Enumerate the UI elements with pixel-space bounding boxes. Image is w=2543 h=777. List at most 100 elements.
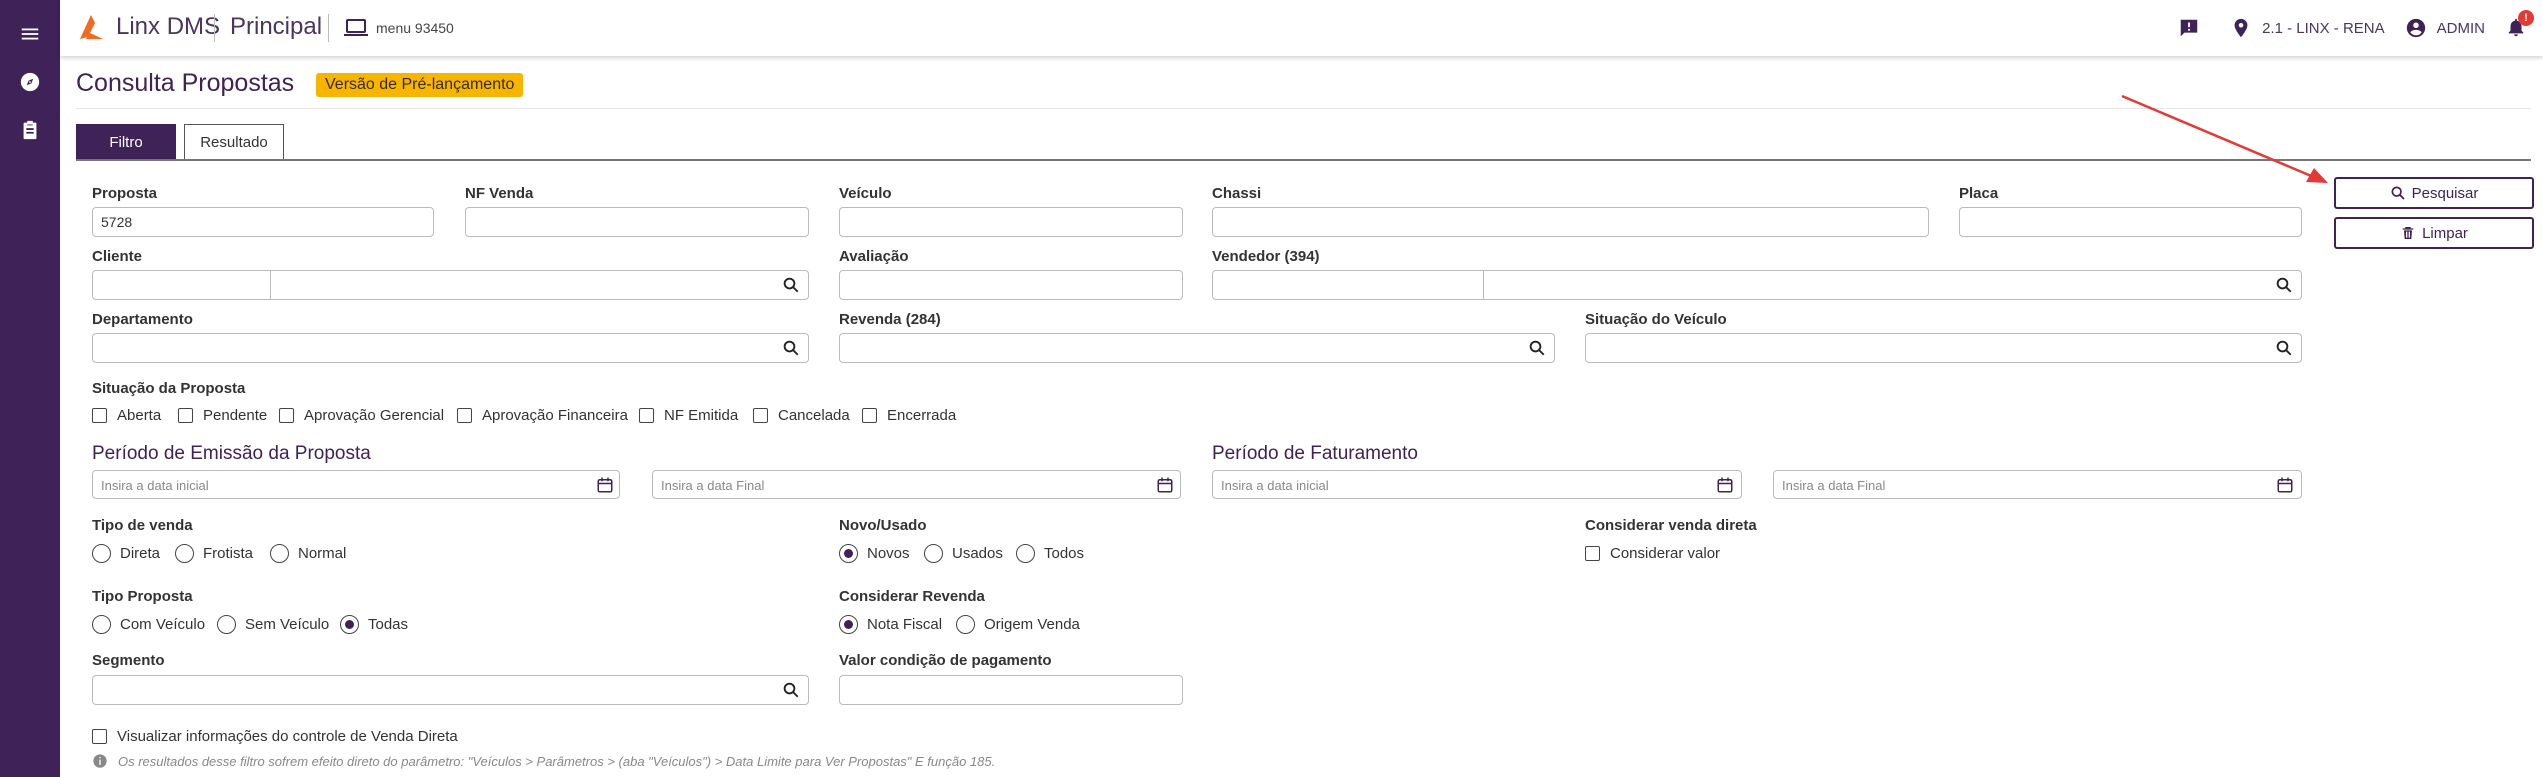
- annotation-arrow: [2121, 94, 2328, 183]
- vendedor-name-input[interactable]: [1484, 270, 2302, 300]
- tab-filtro[interactable]: Filtro: [76, 124, 176, 160]
- radio-nota-fiscal[interactable]: Nota Fiscal: [839, 615, 942, 634]
- vendedor-label: Vendedor (394): [1212, 248, 1320, 265]
- considerar-venda-direta-label: Considerar venda direta: [1585, 517, 1757, 534]
- brand-name: Linx DMS: [116, 13, 221, 40]
- user-name[interactable]: ADMIN: [2437, 20, 2485, 37]
- hamburger-menu-icon[interactable]: [12, 16, 48, 52]
- faturamento-end-date-input[interactable]: [1773, 470, 2302, 499]
- revenda-label: Revenda (284): [839, 311, 941, 328]
- placa-input[interactable]: [1959, 207, 2302, 237]
- notification-badge: !: [2518, 10, 2534, 26]
- segmento-label: Segmento: [92, 652, 165, 669]
- proposta-input[interactable]: [92, 207, 434, 237]
- segmento-input[interactable]: [92, 675, 809, 705]
- checkbox-visualizar-venda-direta[interactable]: Visualizar informações do controle de Ve…: [92, 728, 458, 745]
- situacao-veiculo-label: Situação do Veículo: [1585, 311, 1727, 328]
- proposta-label: Proposta: [92, 185, 158, 202]
- radio-todos[interactable]: Todos: [1016, 544, 1084, 563]
- radio-usados[interactable]: Usados: [924, 544, 1003, 563]
- radio-sem-veiculo[interactable]: Sem Veículo: [217, 615, 329, 634]
- page-title: Consulta Propostas: [76, 69, 295, 97]
- revenda-input[interactable]: [839, 333, 1555, 363]
- module-name: Principal: [230, 13, 323, 40]
- info-note: Os resultados desse filtro sofrem efeito…: [92, 753, 995, 769]
- calendar-icon[interactable]: [1156, 476, 1174, 494]
- radio-com-veiculo[interactable]: Com Veículo: [92, 615, 205, 634]
- checkbox-encerrada[interactable]: Encerrada: [862, 407, 956, 424]
- radio-novos[interactable]: Novos: [839, 544, 910, 563]
- linx-logo-icon: [80, 15, 103, 39]
- departamento-label: Departamento: [92, 311, 193, 328]
- situacao-proposta-label: Situação da Proposta: [92, 380, 246, 397]
- prelaunch-badge: Versão de Pré-lançamento: [316, 73, 524, 97]
- chassi-input[interactable]: [1212, 207, 1929, 237]
- considerar-revenda-label: Considerar Revenda: [839, 588, 985, 605]
- divider: [214, 14, 215, 42]
- emissao-start-date-input[interactable]: [92, 470, 620, 499]
- checkbox-aprovacao-financeira[interactable]: Aprovação Financeira: [457, 407, 628, 424]
- calendar-icon[interactable]: [1716, 476, 1734, 494]
- checkbox-cancelada[interactable]: Cancelada: [753, 407, 850, 424]
- tipo-venda-label: Tipo de venda: [92, 517, 193, 534]
- info-text: Os resultados desse filtro sofrem efeito…: [118, 753, 996, 769]
- calendar-icon[interactable]: [2276, 476, 2294, 494]
- calendar-icon[interactable]: [596, 476, 614, 494]
- radio-normal[interactable]: Normal: [270, 544, 346, 563]
- checkbox-nf-emitida[interactable]: NF Emitida: [639, 407, 738, 424]
- menu-code: menu 93450: [376, 20, 454, 36]
- departamento-input[interactable]: [92, 333, 809, 363]
- avaliacao-label: Avaliação: [839, 248, 909, 265]
- trash-icon: [2402, 227, 2414, 239]
- topbar-actions: 2.1 - LINX - RENA ADMIN !: [2178, 0, 2534, 56]
- cliente-name-input[interactable]: [271, 270, 809, 300]
- segmento-search-icon[interactable]: [782, 681, 800, 699]
- limpar-button[interactable]: Limpar: [2334, 217, 2534, 249]
- veiculo-label: Veículo: [839, 185, 892, 202]
- user-account-icon[interactable]: [2405, 17, 2427, 39]
- nf-venda-label: NF Venda: [465, 185, 534, 202]
- periodo-faturamento-title: Período de Faturamento: [1212, 443, 1418, 464]
- clipboard-icon[interactable]: [12, 112, 48, 148]
- veiculo-input[interactable]: [839, 207, 1183, 237]
- cliente-search-icon[interactable]: [782, 276, 800, 294]
- situacao-veiculo-search-icon[interactable]: [2275, 339, 2293, 357]
- valor-condicao-input[interactable]: [839, 675, 1183, 705]
- tipo-proposta-label: Tipo Proposta: [92, 588, 193, 605]
- revenda-search-icon[interactable]: [1528, 339, 1546, 357]
- checkbox-aprovacao-gerencial[interactable]: Aprovação Gerencial: [279, 407, 444, 424]
- emissao-end-date-input[interactable]: [652, 470, 1181, 499]
- periodo-emissao-title: Período de Emissão da Proposta: [92, 443, 371, 464]
- topbar: Linx DMS Principal menu 93450 2.1 - LINX…: [60, 0, 2543, 56]
- app-root: Linx DMS Principal menu 93450 2.1 - LINX…: [0, 0, 2543, 777]
- location-pin-icon[interactable]: [2230, 17, 2252, 39]
- checkbox-considerar-valor[interactable]: Considerar valor: [1585, 545, 1720, 562]
- sidebar: [0, 0, 60, 777]
- radio-direta[interactable]: Direta: [92, 544, 160, 563]
- vendedor-code-input[interactable]: [1212, 270, 1484, 300]
- cliente-code-input[interactable]: [92, 270, 271, 300]
- valor-condicao-label: Valor condição de pagamento: [839, 652, 1052, 669]
- placa-label: Placa: [1959, 185, 1999, 202]
- departamento-search-icon[interactable]: [782, 339, 800, 357]
- cliente-label: Cliente: [92, 248, 143, 265]
- checkbox-aberta[interactable]: Aberta: [92, 407, 161, 424]
- feedback-icon[interactable]: [2178, 17, 2200, 39]
- tab-resultado[interactable]: Resultado: [184, 124, 284, 160]
- faturamento-start-date-input[interactable]: [1212, 470, 1742, 499]
- notifications-bell-icon[interactable]: !: [2505, 10, 2534, 40]
- checkbox-pendente[interactable]: Pendente: [178, 407, 267, 424]
- nf-venda-input[interactable]: [465, 207, 809, 237]
- situacao-veiculo-input[interactable]: [1585, 333, 2302, 363]
- pesquisar-button[interactable]: Pesquisar: [2334, 177, 2534, 209]
- radio-frotista[interactable]: Frotista: [175, 544, 253, 563]
- radio-origem-venda[interactable]: Origem Venda: [956, 615, 1080, 634]
- avaliacao-input[interactable]: [839, 270, 1183, 300]
- radio-todas[interactable]: Todas: [340, 615, 408, 634]
- novo-usado-label: Novo/Usado: [839, 517, 927, 534]
- vendedor-search-icon[interactable]: [2275, 276, 2293, 294]
- location-label[interactable]: 2.1 - LINX - RENA: [2262, 20, 2385, 37]
- compass-icon[interactable]: [12, 64, 48, 100]
- chassi-label: Chassi: [1212, 185, 1262, 202]
- divider: [328, 14, 329, 42]
